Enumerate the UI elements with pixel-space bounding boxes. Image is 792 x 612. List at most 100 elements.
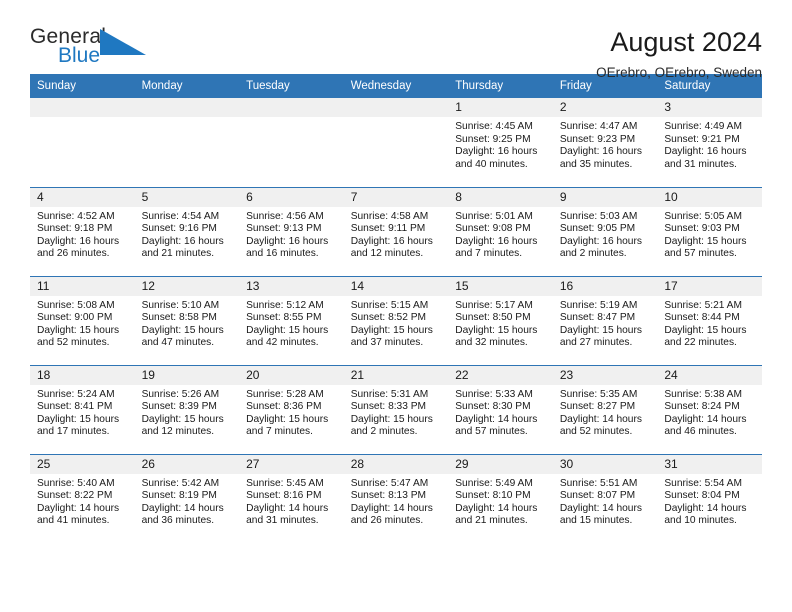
calendar-day-cell[interactable]: 18 Sunrise: 5:24 AM Sunset: 8:41 PM Dayligh… [30, 364, 135, 454]
calendar-day-cell[interactable]: 17 Sunrise: 5:21 AM Sunset: 8:44 PM Dayligh… [657, 275, 762, 365]
daylight-text: Daylight: 15 hours [37, 324, 120, 336]
daylight-text: Daylight: 15 hours [350, 413, 433, 425]
daylight-text: Daylight: 15 hours [141, 324, 224, 336]
calendar-day-cell[interactable]: 16 Sunrise: 5:19 AM Sunset: 8:47 PM Dayligh… [552, 275, 658, 365]
calendar-day-cell[interactable]: 22 Sunrise: 5:33 AM Sunset: 8:30 PM Dayligh… [448, 364, 553, 454]
day-number: 3 [657, 98, 762, 117]
day-number: 23 [552, 365, 658, 385]
day-sun-info: Sunrise: 5:38 AM Sunset: 8:24 PM Daylight:… [657, 385, 762, 439]
daylight-text: Daylight: 16 hours [559, 235, 642, 247]
brand-logo[interactable]: General Blue [30, 26, 150, 67]
calendar-day-cell[interactable]: 5 Sunrise: 4:54 AM Sunset: 9:16 PM Daylight… [134, 186, 240, 276]
weekday-header-tuesday: Tuesday [239, 74, 344, 98]
page-title: August 2024 [610, 27, 762, 57]
calendar-day-cell[interactable]: 6 Sunrise: 4:56 AM Sunset: 9:13 PM Daylight… [239, 186, 344, 276]
calendar-day-cell[interactable]: 12 Sunrise: 5:10 AM Sunset: 8:58 PM Dayligh… [134, 275, 240, 365]
page-header: General Blue August 2024 OErebro, OErebr… [30, 0, 762, 81]
calendar-day-cell[interactable]: 14 Sunrise: 5:15 AM Sunset: 8:52 PM Dayligh… [343, 275, 449, 365]
daylight-minutes-text: and 26 minutes. [37, 248, 110, 260]
sunset-text: Sunset: 9:13 PM [246, 223, 322, 235]
daylight-minutes-text: and 17 minutes. [37, 426, 110, 438]
calendar-day-cell[interactable]: 1 Sunrise: 4:45 AM Sunset: 9:25 PM Daylight… [448, 98, 553, 187]
calendar-day-cell[interactable]: 26 Sunrise: 5:42 AM Sunset: 8:19 PM Dayligh… [134, 453, 240, 543]
calendar-body: 1 Sunrise: 4:45 AM Sunset: 9:25 PM Daylight… [30, 98, 762, 543]
calendar-day-cell[interactable]: 21 Sunrise: 5:31 AM Sunset: 8:33 PM Dayligh… [343, 364, 449, 454]
calendar-day-cell[interactable]: 9 Sunrise: 5:03 AM Sunset: 9:05 PM Daylight… [552, 186, 658, 276]
day-sun-info: Sunrise: 5:35 AM Sunset: 8:27 PM Daylight:… [553, 385, 658, 439]
day-number: 10 [657, 187, 762, 207]
sunset-text: Sunset: 8:52 PM [350, 312, 427, 324]
calendar-day-cell[interactable]: 19 Sunrise: 5:26 AM Sunset: 8:39 PM Dayligh… [134, 364, 240, 454]
sunrise-text: Sunrise: 5:40 AM [37, 477, 115, 489]
day-number: 7 [343, 187, 449, 207]
daylight-text: Daylight: 16 hours [559, 146, 642, 158]
daylight-minutes-text: and 52 minutes. [559, 426, 633, 438]
calendar-day-cell[interactable]: 10 Sunrise: 5:05 AM Sunset: 9:03 PM Dayligh… [657, 186, 762, 276]
daylight-text: Daylight: 16 hours [455, 235, 538, 247]
sunrise-text: Sunrise: 5:35 AM [559, 388, 638, 400]
calendar-day-cell[interactable]: 13 Sunrise: 5:12 AM Sunset: 8:55 PM Dayligh… [239, 275, 344, 365]
calendar-day-cell[interactable]: 20 Sunrise: 5:28 AM Sunset: 8:36 PM Dayligh… [239, 364, 344, 454]
sunset-text: Sunset: 8:27 PM [559, 401, 636, 413]
calendar-day-cell[interactable]: 11 Sunrise: 5:08 AM Sunset: 9:00 PM Dayligh… [30, 275, 135, 365]
daylight-text: Daylight: 14 hours [350, 502, 433, 514]
calendar-day-cell[interactable]: 23 Sunrise: 5:35 AM Sunset: 8:27 PM Dayligh… [552, 364, 658, 454]
day-sun-info: Sunrise: 5:21 AM Sunset: 8:44 PM Daylight:… [657, 296, 762, 350]
day-sun-info: Sunrise: 5:15 AM Sunset: 8:52 PM Daylight:… [344, 296, 449, 350]
calendar-day-cell[interactable]: 3 Sunrise: 4:49 AM Sunset: 9:21 PM Daylight… [657, 98, 762, 187]
daylight-minutes-text: and 16 minutes. [246, 248, 319, 260]
day-sun-info: Sunrise: 5:47 AM Sunset: 8:13 PM Daylight:… [344, 474, 449, 528]
daylight-text: Daylight: 14 hours [455, 502, 538, 514]
sunrise-text: Sunrise: 4:49 AM [664, 121, 742, 132]
sunrise-text: Sunrise: 4:52 AM [37, 210, 115, 222]
calendar-day-cell[interactable]: 4 Sunrise: 4:52 AM Sunset: 9:18 PM Daylight… [30, 186, 135, 276]
calendar-day-cell[interactable]: 25 Sunrise: 5:40 AM Sunset: 8:22 PM Dayligh… [30, 453, 135, 543]
calendar-week-row: 4 Sunrise: 4:52 AM Sunset: 9:18 PM Daylight… [30, 186, 762, 276]
day-number: 14 [343, 276, 449, 296]
sunset-text: Sunset: 9:21 PM [664, 133, 740, 145]
calendar-day-cell[interactable]: 27 Sunrise: 5:45 AM Sunset: 8:16 PM Dayligh… [239, 453, 344, 543]
day-number: 6 [239, 187, 344, 207]
daylight-text: Daylight: 14 hours [246, 502, 329, 514]
daylight-minutes-text: and 41 minutes. [37, 515, 110, 527]
day-sun-info: Sunrise: 5:33 AM Sunset: 8:30 PM Daylight:… [448, 385, 553, 439]
day-sun-info: Sunrise: 5:26 AM Sunset: 8:39 PM Daylight:… [135, 385, 240, 439]
blue-triangle-icon [100, 29, 146, 60]
calendar-week-row: 18 Sunrise: 5:24 AM Sunset: 8:41 PM Dayligh… [30, 364, 762, 454]
daylight-minutes-text: and 10 minutes. [664, 515, 737, 527]
daylight-text: Daylight: 15 hours [141, 413, 224, 425]
calendar-day-cell[interactable]: 8 Sunrise: 5:01 AM Sunset: 9:08 PM Daylight… [448, 186, 553, 276]
sunrise-text: Sunrise: 5:33 AM [455, 388, 533, 400]
calendar-day-cell[interactable]: 2 Sunrise: 4:47 AM Sunset: 9:23 PM Daylight… [552, 98, 658, 187]
sunrise-text: Sunrise: 4:45 AM [455, 121, 533, 132]
daylight-text: Daylight: 15 hours [455, 324, 538, 336]
daylight-minutes-text: and 2 minutes. [559, 248, 627, 260]
calendar-day-cell[interactable]: 15 Sunrise: 5:17 AM Sunset: 8:50 PM Dayligh… [448, 275, 553, 365]
calendar-day-cell[interactable]: 28 Sunrise: 5:47 AM Sunset: 8:13 PM Dayligh… [343, 453, 449, 543]
calendar-day-cell[interactable]: 24 Sunrise: 5:38 AM Sunset: 8:24 PM Dayligh… [657, 364, 762, 454]
sunset-text: Sunset: 8:33 PM [350, 401, 427, 413]
calendar-day-cell[interactable]: 29 Sunrise: 5:49 AM Sunset: 8:10 PM Dayligh… [448, 453, 553, 543]
calendar-week-row: 1 Sunrise: 4:45 AM Sunset: 9:25 PM Daylight… [30, 98, 762, 187]
day-number: 11 [30, 276, 135, 296]
day-sun-info: Sunrise: 5:40 AM Sunset: 8:22 PM Daylight:… [30, 474, 135, 528]
sunset-text: Sunset: 8:39 PM [141, 401, 217, 413]
calendar-day-cell[interactable]: 7 Sunrise: 4:58 AM Sunset: 9:11 PM Daylight… [343, 186, 449, 276]
day-number [134, 98, 240, 117]
sunset-text: Sunset: 8:19 PM [141, 490, 217, 502]
day-sun-info: Sunrise: 4:47 AM Sunset: 9:23 PM Daylight:… [553, 117, 658, 171]
day-sun-info: Sunrise: 5:42 AM Sunset: 8:19 PM Daylight:… [135, 474, 240, 528]
day-sun-info [344, 117, 449, 121]
daylight-minutes-text: and 42 minutes. [246, 337, 319, 349]
sunrise-text: Sunrise: 5:38 AM [664, 388, 742, 400]
daylight-text: Daylight: 15 hours [559, 324, 642, 336]
day-sun-info: Sunrise: 4:58 AM Sunset: 9:11 PM Daylight:… [344, 207, 449, 261]
sunset-text: Sunset: 8:58 PM [141, 312, 217, 324]
sunset-text: Sunset: 8:16 PM [246, 490, 322, 502]
sunset-text: Sunset: 8:47 PM [559, 312, 636, 324]
calendar-day-cell[interactable]: 31 Sunrise: 5:54 AM Sunset: 8:04 PM Dayligh… [657, 453, 762, 543]
sunrise-text: Sunrise: 5:05 AM [664, 210, 742, 222]
sunrise-text: Sunrise: 5:42 AM [141, 477, 220, 489]
calendar-day-cell[interactable]: 30 Sunrise: 5:51 AM Sunset: 8:07 PM Dayligh… [552, 453, 658, 543]
day-sun-info: Sunrise: 5:19 AM Sunset: 8:47 PM Daylight:… [553, 296, 658, 350]
